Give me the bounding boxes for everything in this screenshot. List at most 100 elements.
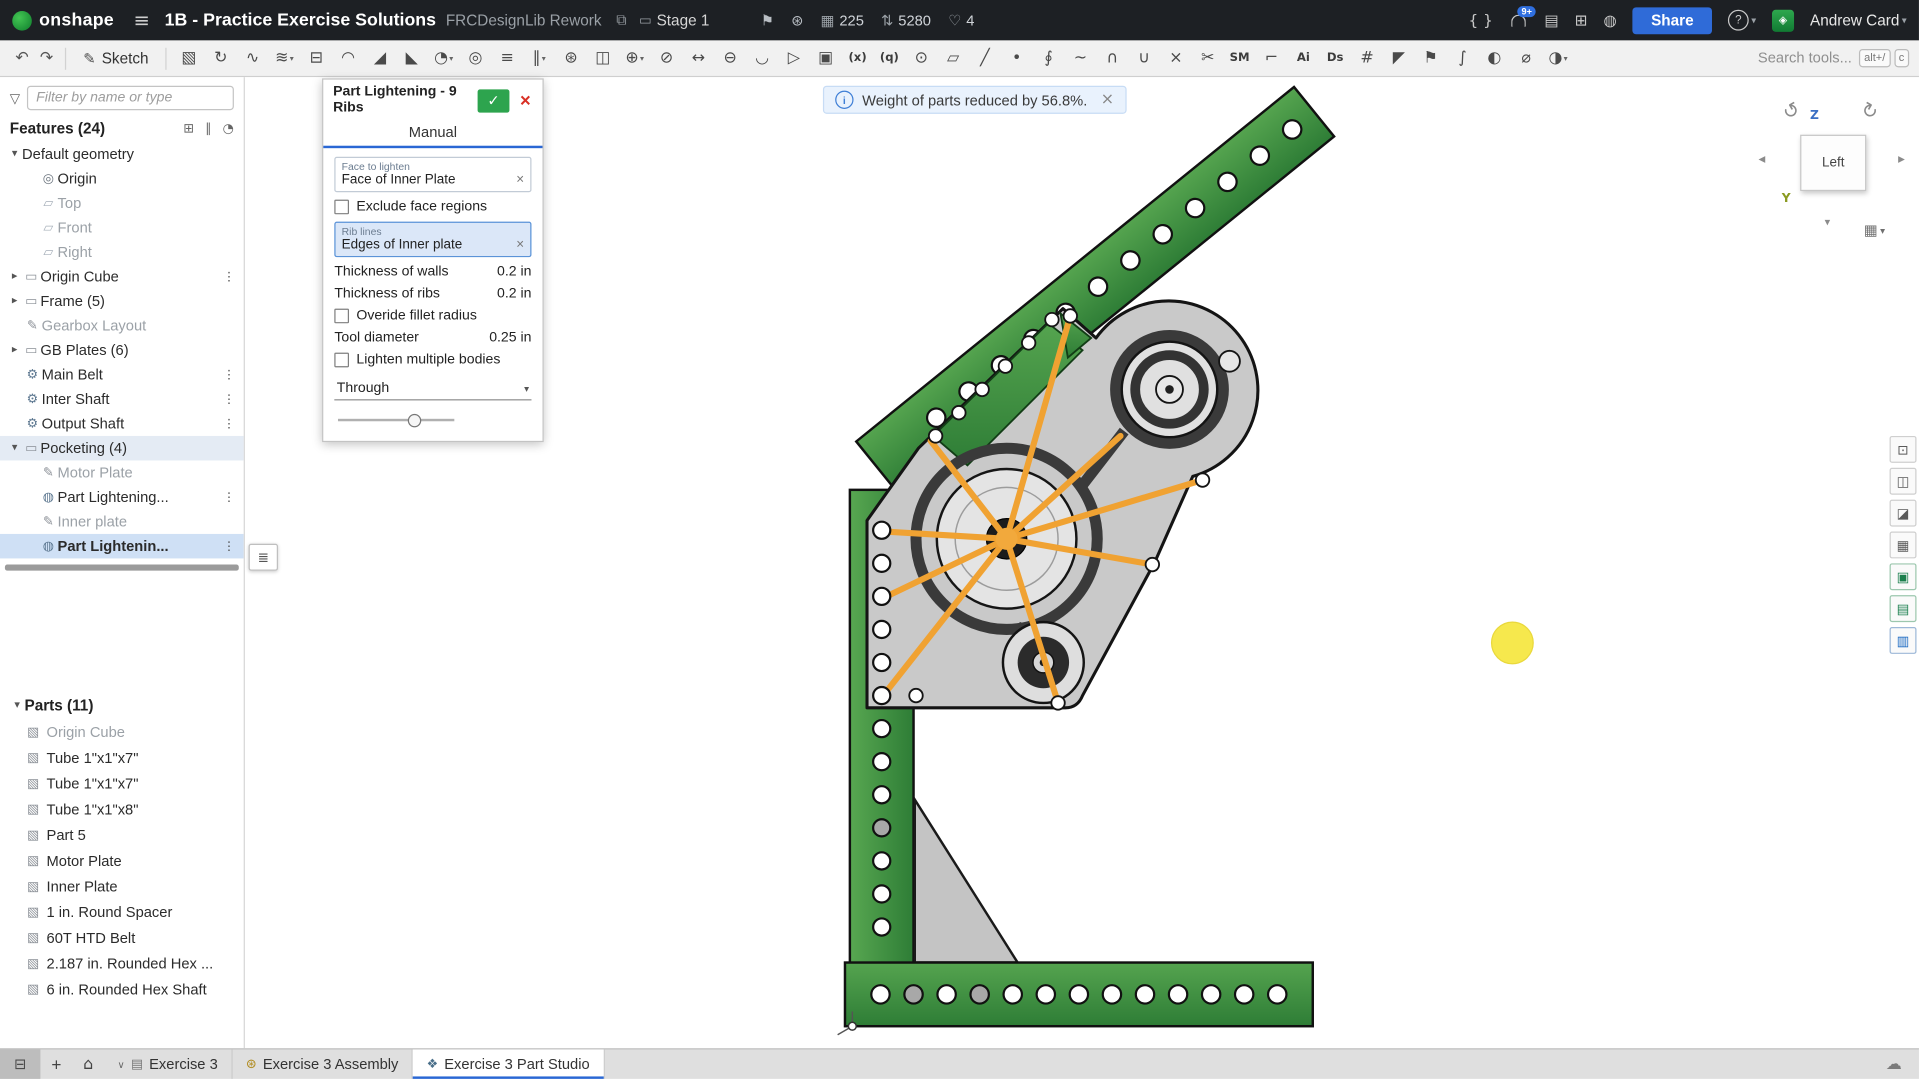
chevron-down-icon[interactable]: ▾ <box>290 53 294 63</box>
slider-track[interactable] <box>338 419 454 421</box>
chevron-icon[interactable] <box>7 271 22 283</box>
toolbar-tool-icon[interactable]: ⊘ <box>651 42 683 74</box>
feature-tree-row[interactable]: Output Shaft <box>0 411 244 435</box>
featurescript-icon[interactable]: { } <box>1468 11 1492 29</box>
walls-thickness-input[interactable]: 0.2 in <box>470 265 531 280</box>
feature-tree-row[interactable]: Part Lightening... <box>0 485 244 509</box>
rotate-left-icon[interactable]: ↺ <box>1778 97 1804 125</box>
search-tools-label[interactable]: Search tools... <box>1758 50 1852 67</box>
feature-tree-row[interactable]: Origin Cube <box>0 265 244 289</box>
tab-chevron-icon[interactable] <box>118 1059 125 1070</box>
cancel-button[interactable]: × <box>514 89 536 112</box>
public-flag-icon[interactable]: ⚑ <box>761 12 774 29</box>
feature-tree-row[interactable]: Front <box>0 216 244 240</box>
toolbar-tool-icon[interactable]: ▱ <box>937 42 969 74</box>
features-header-icon[interactable]: ∥ <box>205 121 211 136</box>
part-list-item[interactable]: Tube 1"x1"x7" <box>0 770 244 796</box>
toolbar-tool-icon[interactable]: ↻ <box>205 42 237 74</box>
chevron-down-icon[interactable]: ▾ <box>1825 217 1831 229</box>
context-menu-icon[interactable] <box>214 368 243 381</box>
feature-tree-row[interactable]: Pocketing (4) <box>0 436 244 460</box>
lighten-multiple-bodies-checkbox-row[interactable]: Lighten multiple bodies <box>334 353 531 368</box>
ribs-thickness-input[interactable]: 0.2 in <box>470 287 531 302</box>
copy-link-icon[interactable]: ⧉ <box>616 11 627 29</box>
chevron-icon[interactable] <box>7 442 22 454</box>
feature-list-flyout-button[interactable]: ≣ <box>249 544 278 571</box>
part-list-item[interactable]: 1 in. Round Spacer <box>0 899 244 925</box>
part-list-item[interactable]: 2.187 in. Rounded Hex ... <box>0 950 244 976</box>
toolbar-tool-icon[interactable]: ◔ ▾ <box>428 42 460 74</box>
toolbar-tool-icon[interactable]: ≡ <box>491 42 523 74</box>
document-tab[interactable]: Exercise 3 Part Studio <box>413 1049 604 1078</box>
document-tab[interactable]: Exercise 3 <box>104 1049 232 1078</box>
toolbar-tool-icon[interactable]: ⊖ <box>714 42 746 74</box>
toolbar-tool-icon[interactable]: ⊛ <box>555 42 587 74</box>
view-display-mode-button[interactable]: ▦ ▾ <box>1864 222 1885 239</box>
add-tab-button[interactable]: + <box>40 1049 72 1078</box>
chevron-down-icon[interactable]: ▾ <box>449 53 453 63</box>
toolbar-tool-icon[interactable]: ▷ <box>778 42 810 74</box>
undo-icon[interactable]: ↶ <box>10 49 34 67</box>
context-menu-icon[interactable] <box>214 417 243 430</box>
dock-button[interactable]: ⊡ <box>1890 436 1917 463</box>
chevron-icon[interactable] <box>7 148 22 160</box>
toolbar-tool-icon[interactable]: ⊙ <box>905 42 937 74</box>
context-menu-icon[interactable] <box>214 270 243 283</box>
notifications-bell-icon[interactable]: 9+ <box>1509 10 1529 30</box>
toolbar-tool-icon[interactable]: ╱ <box>969 42 1001 74</box>
tab-manual[interactable]: Manual <box>323 122 542 149</box>
chevron-down-icon[interactable]: ▾ <box>640 53 644 63</box>
bottom-tube-part[interactable] <box>845 963 1313 1027</box>
part-list-item[interactable]: Inner Plate <box>0 873 244 899</box>
feature-tree-row[interactable]: Right <box>0 240 244 264</box>
toolbar-tool-icon[interactable]: × <box>1160 42 1192 74</box>
dock-button[interactable]: ◫ <box>1890 468 1917 495</box>
part-list-item[interactable]: Origin Cube <box>0 719 244 745</box>
toolbar-tool-icon[interactable]: ∿ <box>237 42 269 74</box>
clear-selection-icon[interactable]: × <box>511 173 524 188</box>
chevron-down-icon[interactable]: ▾ <box>1564 53 1568 63</box>
dock-button[interactable]: ▥ <box>1890 627 1917 654</box>
document-location[interactable]: Stage 1 <box>657 12 710 29</box>
toolbar-tool-icon[interactable]: (x) <box>842 42 874 74</box>
tool-diameter-input[interactable]: 0.25 in <box>470 331 531 346</box>
feature-tree-row[interactable]: Part Lightenin... <box>0 534 244 558</box>
chevron-icon[interactable] <box>7 295 22 307</box>
toolbar-tool-icon[interactable]: # <box>1351 42 1383 74</box>
apps-grid-icon[interactable]: ⊞ <box>1575 11 1588 29</box>
toolbar-tool-icon[interactable]: ∩ <box>1096 42 1128 74</box>
features-header-icon[interactable]: ⊞ <box>183 121 194 136</box>
organization-tile-icon[interactable]: ◈ <box>1772 9 1794 31</box>
feature-tree-row[interactable]: Default geometry <box>0 142 244 166</box>
toolbar-tool-icon[interactable]: ▧ <box>173 42 205 74</box>
feature-tree-row[interactable]: Inner plate <box>0 509 244 533</box>
toolbar-tool-icon[interactable]: ◤ <box>1383 42 1415 74</box>
opacity-slider[interactable] <box>334 411 531 431</box>
journal-icon[interactable]: ▤ <box>1544 11 1558 29</box>
accept-button[interactable]: ✓ <box>478 89 510 112</box>
rotate-left-arrow-icon[interactable]: ◂ <box>1759 151 1766 167</box>
checkbox[interactable] <box>334 200 349 215</box>
feature-tree-row[interactable]: Frame (5) <box>0 289 244 313</box>
chevron-icon[interactable] <box>7 344 22 356</box>
parts-header[interactable]: Parts (11) <box>0 693 244 719</box>
toolbar-tool-icon[interactable]: • <box>1001 42 1033 74</box>
document-title[interactable]: 1B - Practice Exercise Solutions <box>165 10 436 30</box>
toolbar-tool-icon[interactable]: Ds <box>1319 42 1351 74</box>
toolbar-tool-icon[interactable]: ◫ <box>587 42 619 74</box>
context-menu-icon[interactable] <box>214 392 243 405</box>
home-tab-icon[interactable]: ⌂ <box>72 1049 104 1078</box>
features-header-icon[interactable]: ◔ <box>223 121 234 136</box>
override-fillet-radius-checkbox-row[interactable]: Overide fillet radius <box>334 309 531 324</box>
stat-item[interactable]: ⇅ 5280 <box>881 12 931 29</box>
exclude-face-regions-checkbox-row[interactable]: Exclude face regions <box>334 200 531 215</box>
toolbar-tool-icon[interactable]: Ai <box>1287 42 1319 74</box>
toolbar-tool-icon[interactable]: ⊟ <box>300 42 332 74</box>
dock-button[interactable]: ▣ <box>1890 563 1917 590</box>
part-list-item[interactable]: Tube 1"x1"x7" <box>0 745 244 771</box>
onshape-logo-icon[interactable] <box>12 10 32 30</box>
feature-tree-row[interactable]: Main Belt <box>0 362 244 386</box>
filter-input[interactable] <box>28 86 234 110</box>
toolbar-tool-icon[interactable]: ◐ <box>1478 42 1510 74</box>
clear-selection-icon[interactable]: × <box>511 238 524 253</box>
